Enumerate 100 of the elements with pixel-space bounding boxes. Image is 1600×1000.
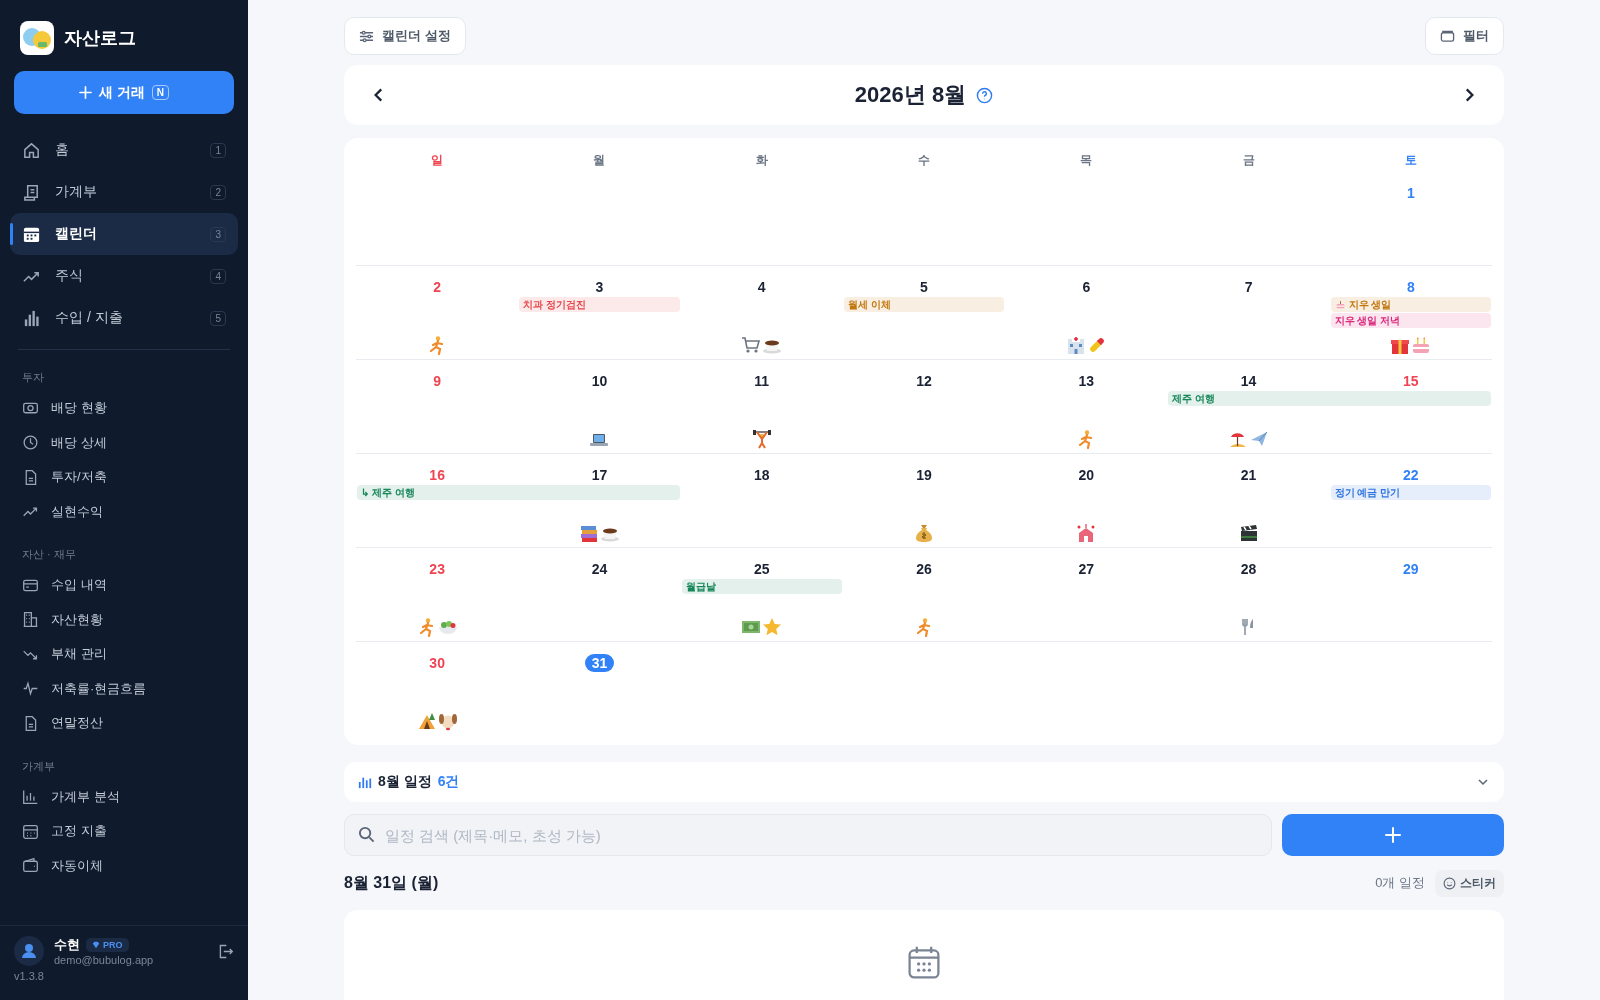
event-count: 0개 일정 (1375, 874, 1425, 892)
weekday-label: 목 (1080, 151, 1093, 169)
day-number[interactable]: 30 (422, 654, 452, 672)
day-number[interactable]: 8 (1399, 278, 1422, 296)
dog-icon (437, 711, 458, 731)
bar-chart-icon (358, 775, 372, 789)
day-number[interactable]: 19 (909, 466, 939, 484)
shortcut-key: 2 (210, 184, 226, 200)
sliders-icon (359, 28, 374, 44)
pro-badge: PRO (86, 938, 129, 952)
filter-button[interactable]: 필터 (1425, 17, 1504, 55)
moneybag-icon (914, 523, 934, 543)
weekday-label: 월 (593, 151, 606, 169)
day-number[interactable]: 26 (909, 560, 939, 578)
nav-item[interactable]: 캘린더 3 (10, 213, 238, 255)
day-number[interactable]: 12 (909, 372, 939, 390)
wedding-icon (1076, 523, 1097, 543)
star-icon (762, 617, 783, 637)
day-number[interactable]: 13 (1071, 372, 1102, 390)
avatar-icon (14, 936, 44, 966)
day-number[interactable]: 5 (913, 278, 935, 296)
folder-icon (1440, 28, 1455, 44)
sticker-button[interactable]: 스티커 (1435, 869, 1504, 897)
day-number[interactable]: 14 (1233, 372, 1264, 390)
day-number[interactable]: 27 (1071, 560, 1102, 578)
nav-item[interactable]: 주식 4 (10, 255, 238, 297)
weightlifter-icon (751, 429, 772, 449)
event-bar[interactable]: 월급날 (681, 579, 842, 594)
pulse-icon (22, 680, 39, 698)
section-heading: 자산 · 재무 (21, 547, 77, 562)
weekday-label: 금 (1242, 151, 1255, 169)
search-field[interactable]: 일정 검색 (제목·메모, 초성 가능) (344, 814, 1272, 856)
user-email: demo@bubulog.app (54, 954, 155, 966)
logout-icon[interactable] (217, 942, 234, 960)
calendar-settings-button[interactable]: 캘린더 설정 (344, 17, 466, 55)
day-number[interactable]: 11 (747, 372, 777, 390)
shortcut-key: 3 (210, 226, 226, 242)
nav-item[interactable]: 배당 상세 (10, 425, 238, 460)
day-number[interactable]: 25 (746, 560, 777, 578)
nav-item[interactable]: 가계부 2 (10, 171, 238, 213)
day-number[interactable]: 20 (1071, 466, 1102, 484)
day-number[interactable]: 24 (584, 560, 615, 578)
day-number[interactable]: 2 (426, 278, 449, 296)
day-number[interactable]: 7 (1237, 278, 1260, 296)
nav-item[interactable]: 부채 관리 (10, 637, 238, 672)
day-number[interactable]: 4 (750, 278, 773, 296)
day-number[interactable]: 6 (1075, 278, 1098, 296)
day-number[interactable]: 1 (1399, 184, 1422, 202)
nav-item[interactable]: 저축률·현금흐름 (10, 671, 238, 706)
month-title: 2026년 8월 (854, 81, 967, 109)
day-number[interactable]: 9 (426, 372, 449, 390)
day-number[interactable]: 18 (746, 466, 777, 484)
nav-item[interactable]: 연말정산 (10, 706, 238, 741)
shortcut-key: 4 (210, 268, 226, 284)
day-number[interactable]: 29 (1396, 560, 1426, 578)
nav-item[interactable]: 자산현황 (10, 602, 238, 637)
shortcut-key: N (151, 85, 170, 100)
day-number[interactable]: 23 (422, 560, 452, 578)
day-number[interactable]: 31 (584, 654, 615, 672)
nav-item[interactable]: 수입 / 지출 5 (10, 297, 238, 339)
cake-icon (1334, 299, 1346, 310)
nav-item[interactable]: 홈 1 (10, 129, 238, 171)
user-name: 수현 (54, 936, 80, 954)
nav-item[interactable]: 배당 현황 (10, 391, 238, 426)
ledger-icon (22, 182, 41, 202)
monthly-summary-bar[interactable]: 8월 일정 6건 (344, 762, 1504, 802)
day-number[interactable]: 22 (1396, 466, 1426, 484)
nav-item[interactable]: 수입 내역 (10, 568, 238, 603)
clock-icon (22, 434, 39, 452)
weekday-label: 수 (918, 151, 930, 169)
bars-icon (22, 308, 41, 328)
nav-item[interactable]: 고정 지출 (10, 814, 238, 849)
selected-date-title: 8월 31일 (월) (344, 872, 439, 893)
new-transaction-button[interactable]: 새 거래 N (14, 71, 234, 114)
home-icon (22, 140, 41, 160)
day-number[interactable]: 16 (422, 466, 452, 484)
day-number[interactable]: 15 (1396, 372, 1426, 390)
nav-item[interactable]: 자동이체 (10, 848, 238, 883)
help-icon[interactable] (976, 86, 994, 104)
summary-count: 6건 (437, 773, 461, 791)
smiley-icon (1443, 876, 1456, 890)
event-bar[interactable]: 제주 여행 (1168, 391, 1491, 406)
day-number[interactable]: 3 (588, 278, 611, 296)
plus-icon (78, 86, 92, 99)
chart-icon (22, 788, 39, 806)
day-number[interactable]: 28 (1233, 560, 1264, 578)
search-icon (358, 826, 375, 843)
day-number[interactable]: 17 (584, 466, 615, 484)
day-number[interactable]: 21 (1233, 466, 1264, 484)
app-logo (20, 21, 54, 55)
clapper-icon (1238, 523, 1259, 543)
event-bar[interactable]: 정기 예금 만기 (1330, 485, 1491, 500)
nav-item[interactable]: 실현수익 (10, 494, 238, 529)
wallet-icon (22, 857, 39, 875)
nav-item[interactable]: 가계부 분석 (10, 779, 238, 814)
nav-item[interactable]: 투자/저축 (10, 460, 238, 495)
event-bar[interactable]: 지우 생일 저녁 (1330, 313, 1491, 328)
section-heading: 가계부 (21, 758, 56, 774)
day-number[interactable]: 10 (584, 372, 615, 390)
event-bar[interactable]: ↳ 제주 여행 (357, 485, 680, 500)
